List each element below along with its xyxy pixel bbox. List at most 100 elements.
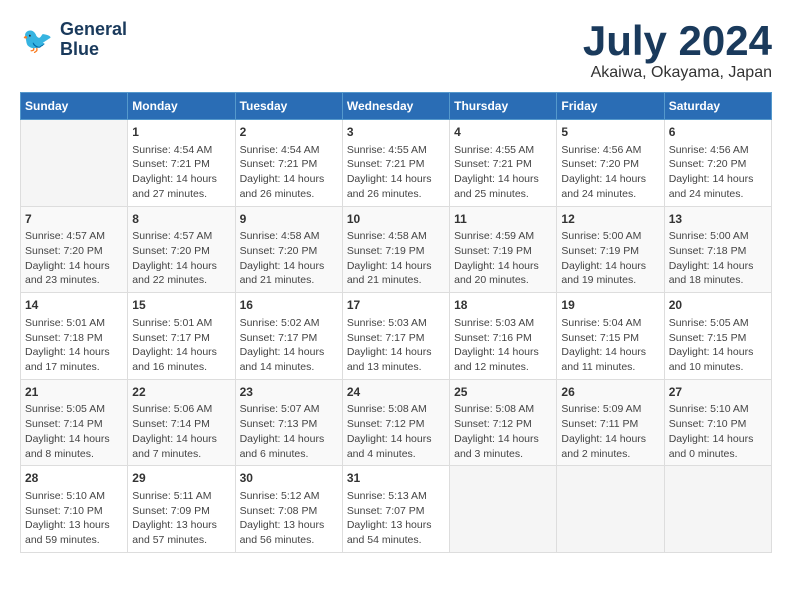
calendar-cell: 4Sunrise: 4:55 AM Sunset: 7:21 PM Daylig… [450,120,557,207]
day-info: Sunrise: 5:01 AM Sunset: 7:18 PM Dayligh… [25,316,123,375]
day-number: 1 [132,124,230,141]
day-number: 27 [669,384,767,401]
calendar-cell: 20 Sunrise: 5:05 AM Sunset: 7:15 PM Dayli… [664,293,771,380]
logo: 🐦 General Blue [20,20,127,60]
calendar-week-row: 1 Sunrise: 4:54 AM Sunset: 7:21 PM Daylig… [21,120,772,207]
day-info: Sunrise: 5:04 AM Sunset: 7:15 PM Dayligh… [561,316,659,375]
calendar-cell: 3 Sunrise: 4:55 AM Sunset: 7:21 PM Daylig… [342,120,449,207]
calendar-cell [21,120,128,207]
day-info: Sunrise: 4:58 AM Sunset: 7:20 PM Dayligh… [240,229,338,288]
calendar-cell: 17Sunrise: 5:03 AM Sunset: 7:17 PM Dayli… [342,293,449,380]
logo-icon: 🐦 [20,22,56,58]
day-info: Sunrise: 5:08 AM Sunset: 7:12 PM Dayligh… [347,402,445,461]
calendar-cell: 6 Sunrise: 4:56 AM Sunset: 7:20 PM Daylig… [664,120,771,207]
day-number: 10 [347,211,445,228]
calendar-cell: 16Sunrise: 5:02 AM Sunset: 7:17 PM Dayli… [235,293,342,380]
page-header: 🐦 General Blue July 2024 Akaiwa, Okayama… [20,20,772,82]
calendar-cell: 14 Sunrise: 5:01 AM Sunset: 7:18 PM Dayli… [21,293,128,380]
day-number: 28 [25,470,123,487]
day-number: 23 [240,384,338,401]
calendar-cell: 2 Sunrise: 4:54 AM Sunset: 7:21 PM Daylig… [235,120,342,207]
day-number: 25 [454,384,552,401]
calendar-week-row: 7Sunrise: 4:57 AM Sunset: 7:20 PM Daylig… [21,206,772,293]
day-number: 31 [347,470,445,487]
day-info: Sunrise: 5:08 AM Sunset: 7:12 PM Dayligh… [454,402,552,461]
calendar-title: July 2024 [583,20,772,62]
day-number: 24 [347,384,445,401]
calendar-cell: 29 Sunrise: 5:11 AM Sunset: 7:09 PM Dayli… [128,466,235,553]
calendar-week-row: 21Sunrise: 5:05 AM Sunset: 7:14 PM Dayli… [21,379,772,466]
calendar-cell: 19 Sunrise: 5:04 AM Sunset: 7:15 PM Dayli… [557,293,664,380]
day-number: 4 [454,124,552,141]
day-info: Sunrise: 5:11 AM Sunset: 7:09 PM Dayligh… [132,489,230,548]
day-info: Sunrise: 4:55 AM Sunset: 7:21 PM Dayligh… [347,143,445,202]
calendar-cell: 28Sunrise: 5:10 AM Sunset: 7:10 PM Dayli… [21,466,128,553]
calendar-cell: 25Sunrise: 5:08 AM Sunset: 7:12 PM Dayli… [450,379,557,466]
day-info: Sunrise: 5:01 AM Sunset: 7:17 PM Dayligh… [132,316,230,375]
calendar-cell: 23Sunrise: 5:07 AM Sunset: 7:13 PM Dayli… [235,379,342,466]
day-info: Sunrise: 5:12 AM Sunset: 7:08 PM Dayligh… [240,489,338,548]
calendar-cell: 13Sunrise: 5:00 AM Sunset: 7:18 PM Dayli… [664,206,771,293]
calendar-cell [664,466,771,553]
day-number: 18 [454,297,552,314]
day-number: 14 [25,297,123,314]
day-info: Sunrise: 5:13 AM Sunset: 7:07 PM Dayligh… [347,489,445,548]
day-info: Sunrise: 5:00 AM Sunset: 7:18 PM Dayligh… [669,229,767,288]
logo-text: General Blue [60,20,127,60]
day-info: Sunrise: 5:05 AM Sunset: 7:15 PM Dayligh… [669,316,767,375]
calendar-cell [557,466,664,553]
calendar-cell: 30 Sunrise: 5:12 AM Sunset: 7:08 PM Dayli… [235,466,342,553]
calendar-location: Akaiwa, Okayama, Japan [583,64,772,82]
calendar-cell [450,466,557,553]
day-info: Sunrise: 4:54 AM Sunset: 7:21 PM Dayligh… [132,143,230,202]
calendar-cell: 5 Sunrise: 4:56 AM Sunset: 7:20 PM Daylig… [557,120,664,207]
calendar-cell: 7Sunrise: 4:57 AM Sunset: 7:20 PM Daylig… [21,206,128,293]
weekday-header-monday: Monday [128,93,235,120]
day-number: 19 [561,297,659,314]
day-info: Sunrise: 5:07 AM Sunset: 7:13 PM Dayligh… [240,402,338,461]
day-number: 29 [132,470,230,487]
calendar-cell: 27Sunrise: 5:10 AM Sunset: 7:10 PM Dayli… [664,379,771,466]
calendar-week-row: 28Sunrise: 5:10 AM Sunset: 7:10 PM Dayli… [21,466,772,553]
day-info: Sunrise: 5:00 AM Sunset: 7:19 PM Dayligh… [561,229,659,288]
day-info: Sunrise: 4:57 AM Sunset: 7:20 PM Dayligh… [132,229,230,288]
day-info: Sunrise: 4:56 AM Sunset: 7:20 PM Dayligh… [669,143,767,202]
day-number: 30 [240,470,338,487]
calendar-cell: 24Sunrise: 5:08 AM Sunset: 7:12 PM Dayli… [342,379,449,466]
calendar-cell: 11Sunrise: 4:59 AM Sunset: 7:19 PM Dayli… [450,206,557,293]
calendar-cell: 8Sunrise: 4:57 AM Sunset: 7:20 PM Daylig… [128,206,235,293]
day-info: Sunrise: 4:56 AM Sunset: 7:20 PM Dayligh… [561,143,659,202]
weekday-header-tuesday: Tuesday [235,93,342,120]
day-info: Sunrise: 5:02 AM Sunset: 7:17 PM Dayligh… [240,316,338,375]
day-number: 12 [561,211,659,228]
day-number: 17 [347,297,445,314]
calendar-cell: 10Sunrise: 4:58 AM Sunset: 7:19 PM Dayli… [342,206,449,293]
day-number: 9 [240,211,338,228]
day-number: 6 [669,124,767,141]
day-number: 2 [240,124,338,141]
calendar-cell: 15 Sunrise: 5:01 AM Sunset: 7:17 PM Dayli… [128,293,235,380]
day-number: 15 [132,297,230,314]
calendar-cell: 9Sunrise: 4:58 AM Sunset: 7:20 PM Daylig… [235,206,342,293]
day-info: Sunrise: 4:54 AM Sunset: 7:21 PM Dayligh… [240,143,338,202]
weekday-header-row: SundayMondayTuesdayWednesdayThursdayFrid… [21,93,772,120]
day-info: Sunrise: 5:09 AM Sunset: 7:11 PM Dayligh… [561,402,659,461]
day-number: 26 [561,384,659,401]
day-number: 13 [669,211,767,228]
weekday-header-saturday: Saturday [664,93,771,120]
day-number: 5 [561,124,659,141]
calendar-table: SundayMondayTuesdayWednesdayThursdayFrid… [20,92,772,553]
weekday-header-wednesday: Wednesday [342,93,449,120]
day-number: 3 [347,124,445,141]
day-info: Sunrise: 4:57 AM Sunset: 7:20 PM Dayligh… [25,229,123,288]
day-number: 11 [454,211,552,228]
day-info: Sunrise: 5:06 AM Sunset: 7:14 PM Dayligh… [132,402,230,461]
day-info: Sunrise: 4:59 AM Sunset: 7:19 PM Dayligh… [454,229,552,288]
day-info: Sunrise: 5:05 AM Sunset: 7:14 PM Dayligh… [25,402,123,461]
calendar-cell: 31 Sunrise: 5:13 AM Sunset: 7:07 PM Dayli… [342,466,449,553]
calendar-cell: 12Sunrise: 5:00 AM Sunset: 7:19 PM Dayli… [557,206,664,293]
day-number: 21 [25,384,123,401]
weekday-header-thursday: Thursday [450,93,557,120]
day-info: Sunrise: 5:10 AM Sunset: 7:10 PM Dayligh… [669,402,767,461]
day-number: 20 [669,297,767,314]
